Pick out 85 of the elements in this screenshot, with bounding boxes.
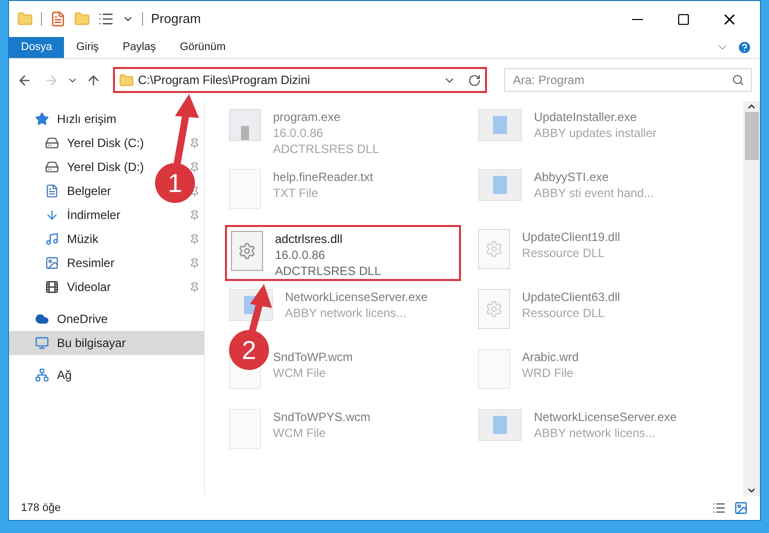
network-icon <box>35 368 49 382</box>
sidebar-item[interactable]: Yerel Disk (D:) <box>9 155 149 179</box>
picture-icon <box>45 256 59 270</box>
ribbon-tab[interactable]: Giriş <box>64 37 111 58</box>
large-icons-view-icon[interactable] <box>734 501 748 515</box>
pin-icon[interactable] <box>189 138 200 148</box>
sidebar-item[interactable]: Resimler <box>9 251 149 275</box>
application-icon <box>478 109 522 141</box>
sidebar-item[interactable]: İndirmeler <box>9 203 149 227</box>
sidebar-item[interactable]: Hızlı erişim <box>9 107 149 131</box>
pin-icon[interactable] <box>189 282 200 292</box>
address-path: C:\Program Files\Program Dizini <box>138 72 310 89</box>
sidebar-item[interactable]: OneDrive <box>9 307 149 331</box>
file-name[interactable]: UpdateInstaller.exe <box>534 109 657 125</box>
file-name[interactable]: SndToWPYS.wcm <box>273 409 370 425</box>
settings-file-icon <box>478 229 510 269</box>
download-icon <box>45 208 59 222</box>
file-name[interactable]: adctrlsres.dll <box>275 231 382 247</box>
help-icon[interactable] <box>737 40 752 55</box>
item-count: 178 öğe <box>21 500 61 516</box>
cloud-icon <box>35 312 49 326</box>
sidebar-item[interactable]: Ağ <box>9 363 149 387</box>
film-icon <box>45 280 59 294</box>
file-detail: Ressource DLL <box>522 245 606 261</box>
file-detail: ABBY network licens... <box>285 305 408 321</box>
file-name[interactable]: AbbyySTI.exe <box>534 169 654 185</box>
star-icon <box>35 112 49 126</box>
file-detail: ADCTRLSRES DLL <box>275 263 382 279</box>
search-icon[interactable] <box>732 74 744 86</box>
file-detail: ABBY network licens... <box>534 425 656 441</box>
settings-file-icon <box>478 289 510 329</box>
minimize-icon <box>632 18 642 20</box>
file-detail: WCM File <box>273 365 327 381</box>
pin-icon[interactable] <box>189 234 200 244</box>
window-title: Program <box>151 10 201 28</box>
ribbon-tab[interactable]: Dosya <box>9 37 64 58</box>
customize-icon[interactable] <box>98 11 114 27</box>
pin-icon[interactable] <box>189 162 200 172</box>
file-detail: WCM File <box>273 425 327 441</box>
file-name[interactable]: program.exe <box>273 109 380 125</box>
drive-icon <box>45 160 59 174</box>
drive-icon <box>45 136 59 150</box>
ribbon-tab[interactable]: Görünüm <box>168 37 238 58</box>
file-name[interactable]: Arabic.wrd <box>522 349 579 365</box>
application-icon <box>478 169 522 201</box>
sidebar-item[interactable]: Müzik <box>9 227 149 251</box>
file-name[interactable]: NetworkLicenseServer.exe <box>534 409 677 425</box>
sidebar-item[interactable]: Bu bilgisayar <box>9 331 204 355</box>
refresh-icon[interactable] <box>468 74 481 86</box>
maximize-icon <box>676 12 690 26</box>
settings-file-icon <box>231 231 263 271</box>
pin-icon[interactable] <box>189 210 200 220</box>
back-icon[interactable] <box>17 72 32 88</box>
file-name[interactable]: UpdateClient19.dll <box>522 229 620 245</box>
file-name[interactable]: SndToWP.wcm <box>273 349 353 365</box>
file-detail: ABBY updates installer <box>534 125 657 141</box>
scrollbar-thumb[interactable] <box>744 112 758 160</box>
program-icon <box>229 109 261 141</box>
application-icon <box>478 409 522 441</box>
search-field[interactable]: Ara: Program <box>504 68 752 92</box>
details-view-icon[interactable] <box>712 501 726 515</box>
file-detail: 16.0.0.86 <box>273 125 324 141</box>
folder-icon <box>119 72 134 88</box>
file-detail: Ressource DLL <box>522 305 606 321</box>
sidebar-item[interactable]: Belgeler <box>9 179 149 203</box>
up-icon[interactable] <box>86 72 101 88</box>
selected-file-frame[interactable]: adctrlsres.dll 16.0.0.86 ADCTRLSRES DLL <box>225 225 461 281</box>
document-icon <box>45 184 59 198</box>
file-name[interactable]: UpdateClient63.dll <box>522 289 620 305</box>
ribbon-tab[interactable]: Paylaş <box>110 37 168 58</box>
computer-icon <box>35 336 49 350</box>
sidebar-item[interactable]: Videolar <box>9 275 149 299</box>
sidebar-item[interactable]: Yerel Disk (C:) <box>9 131 149 155</box>
file-detail: WRD File <box>522 365 574 381</box>
file-detail: ABBY sti event hand... <box>534 185 654 201</box>
file-name[interactable]: help.fineReader.txt <box>273 169 374 185</box>
music-icon <box>45 232 59 246</box>
arrow <box>248 284 272 333</box>
address-bar[interactable]: C:\Program Files\Program Dizini <box>113 67 487 93</box>
properties-icon[interactable] <box>50 11 66 27</box>
file-detail: TXT File <box>273 185 320 201</box>
file-detail: 16.0.0.86 <box>275 247 326 263</box>
file-detail: ADCTRLSRES DLL <box>273 141 380 157</box>
file-name[interactable]: NetworkLicenseServer.exe <box>285 289 428 305</box>
pin-icon[interactable] <box>189 258 200 268</box>
